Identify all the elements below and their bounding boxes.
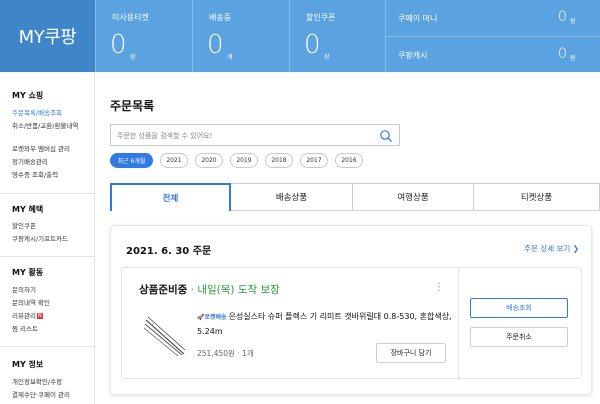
stat-label: 미사용티켓 <box>112 13 149 22</box>
tab-travel[interactable]: 여행상품 <box>353 183 474 211</box>
add-to-cart-button[interactable]: 장바구니 담기 <box>376 343 446 363</box>
period-chip[interactable]: 2020 <box>195 153 223 168</box>
status-separator: · <box>187 284 198 296</box>
arrival-guarantee: 내일(목) 도착 보장 <box>197 284 280 296</box>
cash-value: 0 <box>558 9 567 25</box>
period-chip[interactable]: 2017 <box>300 153 328 168</box>
new-badge: N <box>36 313 43 319</box>
search-icon[interactable] <box>379 129 393 143</box>
period-chip[interactable]: 2021 <box>160 153 188 168</box>
tab-delivery[interactable]: 배송상품 <box>231 183 353 211</box>
stat-unit: 개 <box>227 54 233 61</box>
sidebar-divider <box>0 256 95 257</box>
stat-value: 0 <box>110 30 127 60</box>
sidebar-item-coupons[interactable]: 할인쿠폰 <box>12 222 90 231</box>
stat-shipping[interactable]: 배송중 0 개 <box>192 0 289 72</box>
sidebar-section-my-info: MY 정보 <box>12 360 44 369</box>
tab-all[interactable]: 전체 <box>110 183 231 211</box>
cash-value: 0 <box>558 46 567 62</box>
stat-label: 할인쿠폰 <box>306 13 336 22</box>
sidebar-section-my-activity: MY 활동 <box>12 268 44 277</box>
order-card: 2021. 6. 30 주문 주문 상세 보기 ❯ 상품준비중 · 내일(목) … <box>110 225 592 395</box>
page-title: 주문목록 <box>110 99 155 113</box>
cash-unit: 원 <box>570 55 576 62</box>
sidebar-item-reviews[interactable]: 리뷰관리 N <box>12 312 90 321</box>
period-chip[interactable]: 2018 <box>265 153 293 168</box>
item-divider <box>458 268 459 380</box>
sidebar-divider <box>0 346 95 347</box>
cash-unit: 원 <box>570 18 576 25</box>
sidebar-divider <box>0 193 95 194</box>
sidebar-section-my-benefits: MY 혜택 <box>12 205 44 214</box>
cash-label: 쿠페이 머니 <box>398 14 438 23</box>
stat-unit: 장 <box>130 54 136 61</box>
stat-unused-tickets[interactable]: 미사용티켓 0 장 <box>95 0 192 72</box>
order-item: 상품준비중 · 내일(목) 도착 보장 ⋮ 🚀로켓배송 은성실스타 슈퍼 플렉스 … <box>121 267 582 380</box>
product-thumbnail[interactable] <box>144 314 186 356</box>
rocket-delivery-badge: 🚀로켓배송 <box>197 314 227 321</box>
coupang-cash[interactable]: 쿠팡캐시 0 원 <box>385 36 600 72</box>
sidebar-section-my-shopping: MY 쇼핑 <box>12 91 44 100</box>
sidebar-item-orders[interactable]: 주문목록/배송조회 <box>12 109 90 118</box>
sidebar-item-payment[interactable]: 결제수단·쿠페이 관리 <box>12 391 90 400</box>
sidebar-item-subscription[interactable]: 정기배송관리 <box>12 158 90 167</box>
sidebar-item-cancel-returns[interactable]: 취소/반품/교환/환불내역 <box>12 122 90 131</box>
order-status: 상품준비중 · 내일(목) 도착 보장 <box>139 282 280 297</box>
stat-value: 0 <box>207 30 224 60</box>
track-shipment-button[interactable]: 배송조회 <box>470 298 568 318</box>
more-options-icon[interactable]: ⋮ <box>434 282 444 293</box>
order-date: 2021. 6. 30 주문 <box>126 246 212 257</box>
coupay-money[interactable]: 쿠페이 머니 0 원 <box>385 0 600 36</box>
stat-unit: 장 <box>324 54 330 61</box>
sidebar-item-rocketwow[interactable]: 로켓와우 멤버십 관리 <box>12 145 90 154</box>
period-chip[interactable]: 2019 <box>230 153 258 168</box>
sidebar-item-inquiry-history[interactable]: 문의내역 확인 <box>12 299 90 308</box>
order-detail-link[interactable]: 주문 상세 보기 ❯ <box>524 243 579 254</box>
sidebar-item-receipts[interactable]: 영수증 조회/출력 <box>12 171 90 180</box>
order-search-box <box>110 124 400 146</box>
sidebar-item-cash-giftcard[interactable]: 쿠팡캐시/기프트카드 <box>12 235 90 244</box>
stat-coupons[interactable]: 할인쿠폰 0 장 <box>289 0 386 72</box>
product-price: 251,450원 · 1개 <box>197 349 254 358</box>
period-chip[interactable]: 최근 6개월 <box>110 153 153 168</box>
order-search-input[interactable] <box>117 128 377 143</box>
order-type-tabs: 전체 배송상품 여행상품 티켓상품 <box>110 183 600 211</box>
period-chip[interactable]: 2016 <box>335 153 363 168</box>
top-header: MY쿠팡 미사용티켓 0 장 배송중 0 개 할인쿠폰 0 장 쿠페이 머니 0… <box>0 0 600 72</box>
stat-value: 0 <box>304 30 321 60</box>
cash-label: 쿠팡캐시 <box>398 51 428 60</box>
my-coupang-logo[interactable]: MY쿠팡 <box>0 0 95 72</box>
sidebar-item-profile[interactable]: 개인정보확인/수정 <box>12 378 90 387</box>
tab-ticket[interactable]: 티켓상품 <box>474 183 600 211</box>
status-text: 상품준비중 <box>139 284 188 296</box>
reviews-label: 리뷰관리 <box>12 312 36 320</box>
stat-label: 배송중 <box>209 13 232 22</box>
product-name[interactable]: 🚀로켓배송 은성실스타 슈퍼 플렉스 기 리미트 갯바위릴대 0.8-530, 혼… <box>197 310 452 339</box>
sidebar-item-wishlist[interactable]: 찜 리스트 <box>12 325 90 334</box>
cancel-order-button[interactable]: 주문취소 <box>470 327 568 347</box>
sidebar-item-inquiry[interactable]: 문의하기 <box>12 286 90 295</box>
product-name-text: 은성실스타 슈퍼 플렉스 기 리미트 갯바위릴대 0.8-530, 혼합색상, … <box>197 312 452 336</box>
